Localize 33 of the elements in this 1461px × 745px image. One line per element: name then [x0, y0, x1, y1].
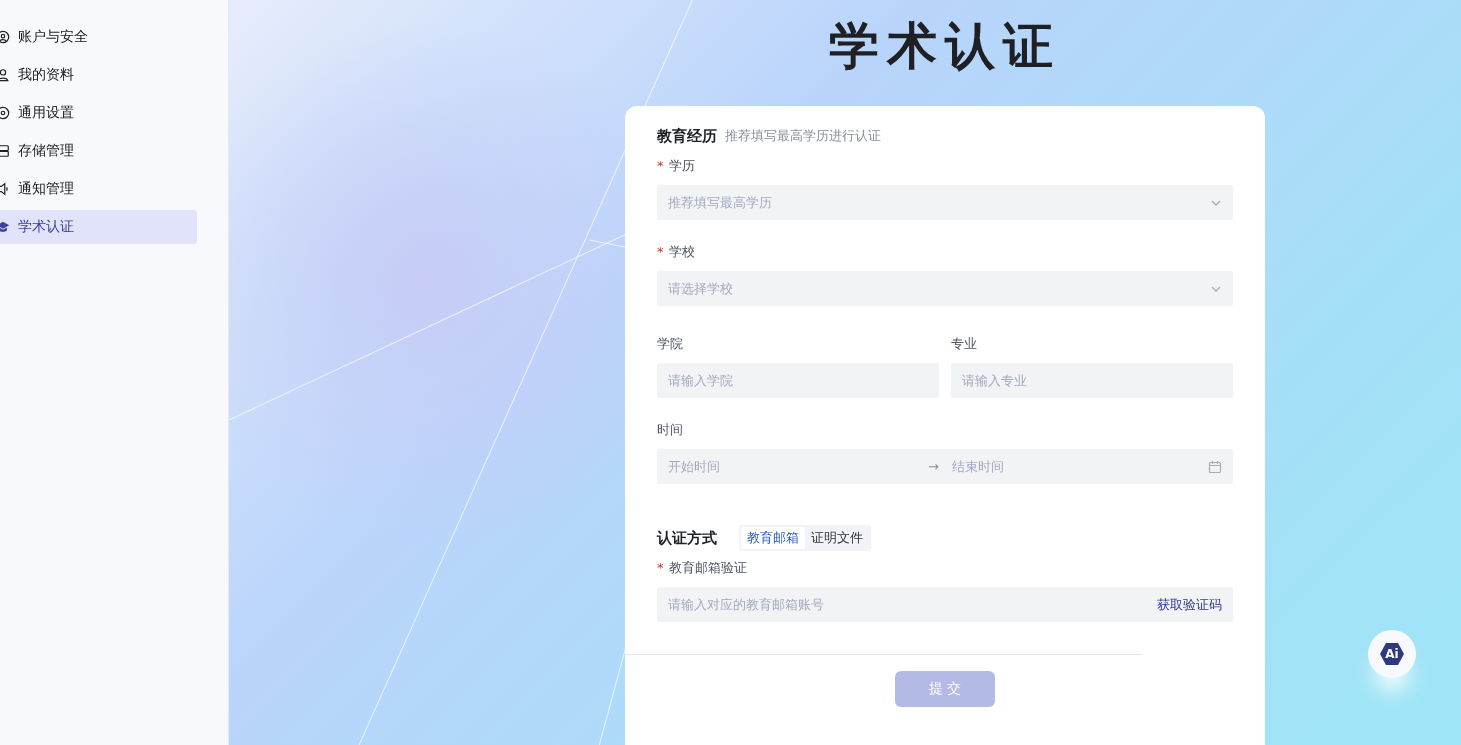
- input-field[interactable]: 请输入学院: [657, 363, 939, 398]
- user-icon: [0, 68, 10, 82]
- sidebar-item[interactable]: 账户与安全: [0, 20, 197, 54]
- settings-icon: [0, 106, 10, 120]
- assistant-button[interactable]: Ai: [1368, 630, 1416, 678]
- section-title: 教育经历: [657, 126, 717, 146]
- assistant-logo: Ai: [1380, 643, 1404, 665]
- required-mark: *: [657, 244, 664, 259]
- storage-icon: [0, 144, 10, 158]
- account-icon: [0, 30, 10, 44]
- field-label: 学校: [668, 244, 695, 259]
- calendar-icon: [1208, 459, 1222, 474]
- tab[interactable]: 教育邮箱: [741, 527, 805, 549]
- sidebar-item[interactable]: 通知管理: [0, 172, 197, 206]
- field-label: 学院: [657, 336, 683, 351]
- sidebar-item[interactable]: 通用设置: [0, 96, 197, 130]
- graduation-cap-icon: [0, 220, 10, 234]
- field-label: 时间: [657, 422, 683, 437]
- email-field[interactable]: 请输入对应的教育邮箱账号 获取验证码: [657, 587, 1233, 622]
- input-field[interactable]: 请输入专业: [951, 363, 1233, 398]
- sidebar-item[interactable]: 存储管理: [0, 134, 197, 168]
- tab[interactable]: 证明文件: [805, 527, 869, 549]
- section-hint: 推荐填写最高学历进行认证: [725, 127, 881, 145]
- page-title: 学术认证: [829, 16, 1061, 77]
- required-mark: *: [657, 560, 664, 575]
- get-code-link[interactable]: 获取验证码: [1157, 595, 1222, 614]
- field-label: 教育邮箱验证: [668, 560, 747, 575]
- field-label: 专业: [951, 336, 977, 351]
- section-title: 认证方式: [657, 528, 717, 548]
- sidebar-item[interactable]: 学术认证: [0, 210, 197, 244]
- field-label: 学历: [668, 158, 695, 173]
- sidebar-item[interactable]: 我的资料: [0, 58, 197, 92]
- required-mark: *: [657, 158, 664, 173]
